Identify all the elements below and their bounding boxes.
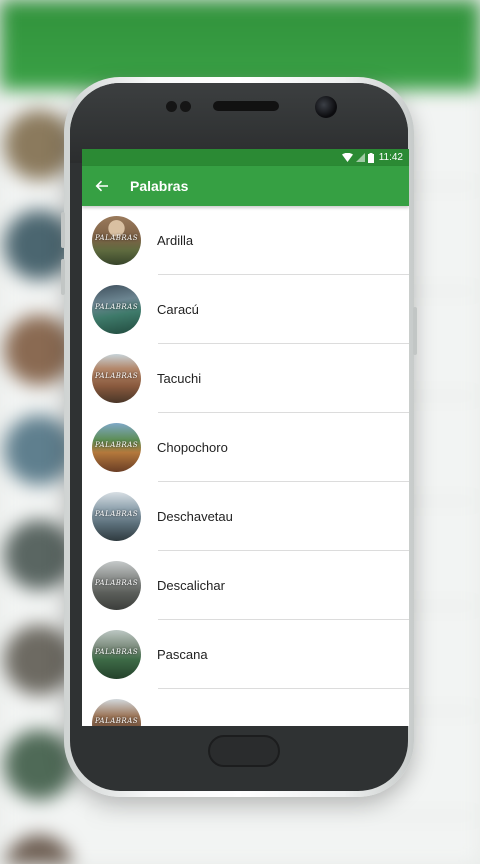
thumbnail-text: PALABRAS [94,648,139,656]
thumbnail-text: PALABRAS [94,441,139,449]
word-label: Ardilla [157,233,194,248]
background-thumb [4,835,74,864]
word-thumbnail: PALABRAS [92,216,141,265]
arrow-back-icon [95,180,108,192]
page-title: Palabras [130,178,189,194]
status-bar: 11:42 [82,149,409,166]
word-label: Pascana [157,647,208,662]
word-thumbnail: PALABRAS [92,630,141,679]
background-divider [90,815,480,817]
status-icons [341,152,374,163]
list-item[interactable]: PALABRAS Descalichar [82,551,409,620]
wifi-icon [341,153,353,162]
list-item[interactable]: PALABRAS Caracú [82,275,409,344]
phone-frame: 11:42 Palabras PALABRAS Ardilla PALABRAS… [61,77,417,797]
list-item[interactable]: PALABRAS Pascana [82,620,409,689]
thumbnail-text: PALABRAS [94,234,139,242]
volume-button [61,212,65,248]
app-bar: Palabras [82,166,409,206]
list-item[interactable]: PALABRAS [82,689,409,726]
phone-bezel: 11:42 Palabras PALABRAS Ardilla PALABRAS… [70,83,409,791]
word-thumbnail: PALABRAS [92,285,141,334]
word-label: Descalichar [157,578,225,593]
thumbnail-text: PALABRAS [94,372,139,380]
word-label: Tacuchi [157,371,202,386]
list-item[interactable]: PALABRAS Ardilla [82,206,409,275]
thumbnail-text: PALABRAS [94,579,139,587]
volume-button [61,259,65,295]
power-button [413,307,417,355]
word-thumbnail: PALABRAS [92,492,141,541]
thumbnail-text: PALABRAS [94,717,139,725]
front-camera [315,96,337,118]
light-sensor [180,101,191,112]
list-item[interactable]: PALABRAS Tacuchi [82,344,409,413]
thumbnail-text: PALABRAS [94,303,139,311]
word-thumbnail: PALABRAS [92,354,141,403]
list-item[interactable]: PALABRAS Chopochoro [82,413,409,482]
word-thumbnail: PALABRAS [92,423,141,472]
word-label: Deschavetau [157,509,233,524]
word-label: Caracú [157,302,199,317]
phone-screen: 11:42 Palabras PALABRAS Ardilla PALABRAS… [82,149,409,726]
word-thumbnail: PALABRAS [92,561,141,610]
thumbnail-text: PALABRAS [94,510,139,518]
proximity-sensor [166,101,177,112]
word-label: Chopochoro [157,440,228,455]
signal-icon [355,153,365,162]
battery-icon [367,152,374,163]
list-item[interactable]: PALABRAS Deschavetau [82,482,409,551]
word-list: PALABRAS Ardilla PALABRAS Caracú PALABRA… [82,206,409,726]
back-button[interactable] [82,166,122,206]
status-time: 11:42 [378,152,403,163]
word-thumbnail: PALABRAS [92,699,141,726]
home-button[interactable] [208,735,280,767]
earpiece-speaker [213,101,279,111]
